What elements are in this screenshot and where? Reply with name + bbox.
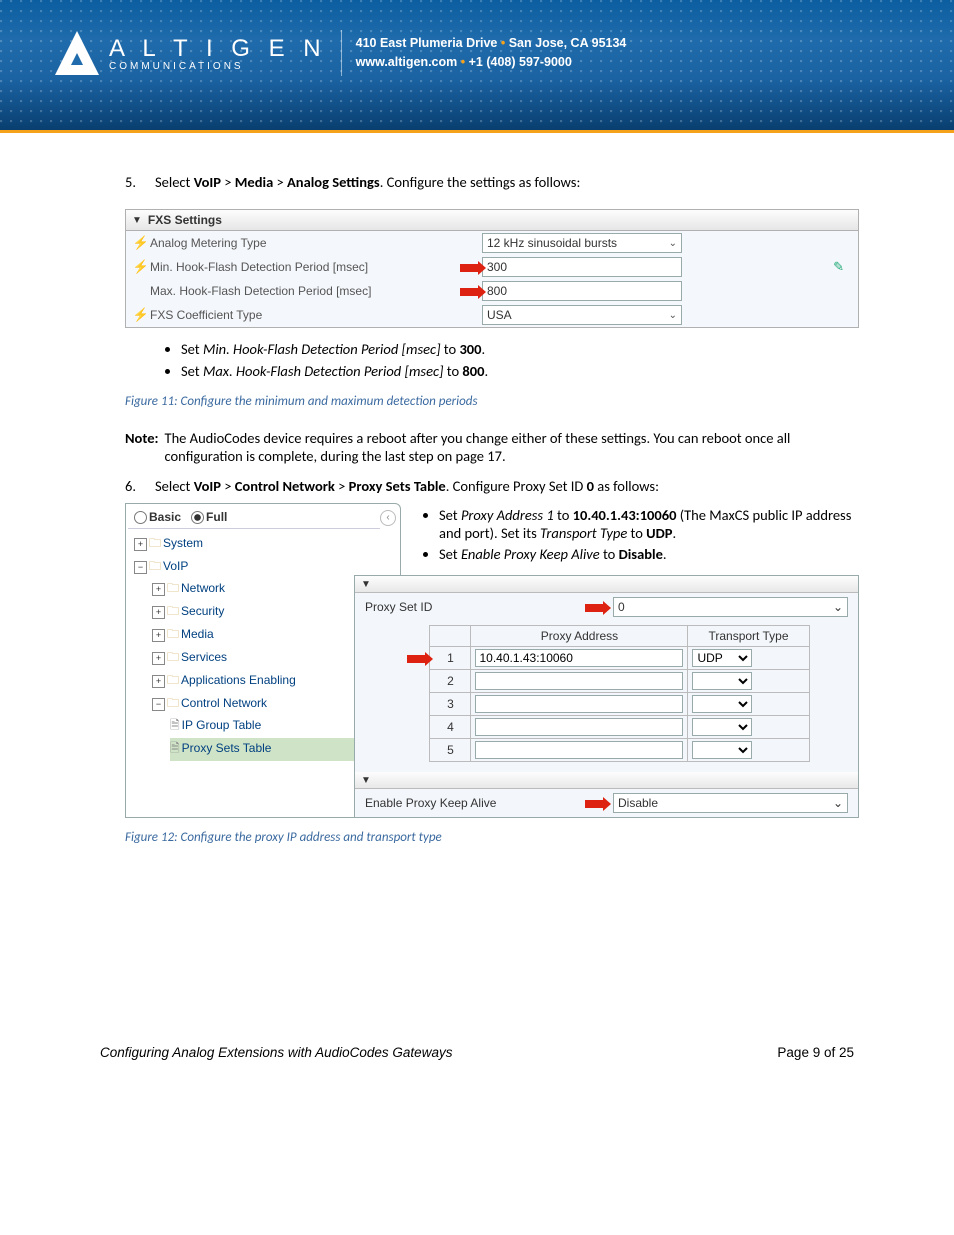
page-footer: Configuring Analog Extensions with Audio… [0, 1045, 954, 1060]
transport-type-select-2[interactable] [692, 672, 752, 690]
field-label: Enable Proxy Keep Alive [365, 796, 585, 810]
field-label: Max. Hook-Flash Detection Period [msec] [150, 284, 450, 298]
bolt-icon: ⚡ [132, 307, 150, 323]
bolt-icon: ⚡ [132, 259, 150, 275]
arrow-icon [460, 264, 478, 272]
analog-metering-select[interactable]: 12 kHz sinusoidal bursts ⌄ [482, 233, 682, 253]
col-header: Transport Type [688, 626, 809, 647]
step-number: 6. [125, 477, 155, 495]
header-address: 410 East Plumeria Drive [356, 36, 498, 50]
bullet-item: Set Min. Hook-Flash Detection Period [ms… [181, 340, 859, 358]
panel-title: FXS Settings [148, 213, 222, 227]
proxy-address-input-5[interactable] [475, 741, 683, 759]
chevron-down-icon: ⌄ [833, 600, 843, 614]
note: Note: The AudioCodes device requires a r… [125, 429, 859, 465]
proxy-address-input-1[interactable] [475, 649, 683, 667]
collapse-icon[interactable]: ▼ [361, 775, 371, 786]
arrow-icon [407, 655, 425, 663]
header-divider [341, 30, 342, 76]
collapse-icon[interactable]: ▼ [132, 215, 142, 226]
proxy-config-panel: ▼ Proxy Set ID 0 ⌄ Proxy Address Transpo… [354, 575, 859, 818]
dot-icon: • [501, 36, 509, 50]
proxy-set-id-select[interactable]: 0 ⌄ [613, 597, 848, 617]
footer-page: Page 9 of 25 [777, 1045, 854, 1060]
proxy-address-table: Proxy Address Transport Type 1 UDP 2 [403, 625, 809, 762]
header-web: www.altigen.com [356, 55, 458, 69]
header-city: San Jose, CA 95134 [509, 36, 627, 50]
field-label: Analog Metering Type [150, 236, 450, 250]
radio-basic[interactable] [134, 511, 147, 524]
dot-icon: • [461, 55, 469, 69]
brand-main: A L T I G E N [109, 35, 327, 63]
note-text: The AudioCodes device requires a reboot … [165, 429, 860, 465]
chevron-down-icon: ⌄ [669, 238, 677, 249]
step-number: 5. [125, 173, 155, 191]
arrow-icon [460, 288, 478, 296]
logo-icon [55, 31, 99, 75]
page-header: A L T I G E N COMMUNICATIONS 410 East Pl… [0, 0, 954, 133]
arrow-icon [585, 604, 603, 612]
pencil-icon[interactable]: ✎ [833, 259, 844, 274]
step6-text: Select VoIP > Control Network > Proxy Se… [155, 477, 659, 495]
arrow-icon [585, 800, 603, 808]
proxy-address-input-3[interactable] [475, 695, 683, 713]
proxy-address-input-4[interactable] [475, 718, 683, 736]
collapse-icon[interactable]: ▼ [361, 579, 371, 590]
figure-caption: Figure 11: Configure the minimum and max… [125, 394, 859, 409]
bullet-item: Set Enable Proxy Keep Alive to Disable. [439, 545, 859, 563]
transport-type-select-4[interactable] [692, 718, 752, 736]
bolt-icon: ⚡ [132, 235, 150, 251]
transport-type-select-3[interactable] [692, 695, 752, 713]
transport-type-select-1[interactable]: UDP [692, 649, 752, 667]
enable-proxy-keep-alive-select[interactable]: Disable ⌄ [613, 793, 848, 813]
col-header: Proxy Address [471, 626, 688, 647]
chevron-down-icon: ⌄ [833, 796, 843, 810]
chevron-down-icon: ⌄ [669, 310, 677, 321]
transport-type-select-5[interactable] [692, 741, 752, 759]
min-hookflash-input[interactable]: 300 [482, 257, 682, 277]
field-label: Min. Hook-Flash Detection Period [msec] [150, 260, 450, 274]
max-hookflash-input[interactable]: 800 [482, 281, 682, 301]
fxs-settings-panel: ▼ FXS Settings ⚡ Analog Metering Type 12… [125, 209, 859, 328]
fxs-coeff-select[interactable]: USA ⌄ [482, 305, 682, 325]
footer-title: Configuring Analog Extensions with Audio… [100, 1045, 452, 1060]
bullet-item: Set Proxy Address 1 to 10.40.1.43:10060 … [439, 506, 859, 542]
header-phone: +1 (408) 597-9000 [469, 55, 572, 69]
panel-header[interactable]: ▼ FXS Settings [126, 210, 858, 231]
radio-full[interactable] [191, 511, 204, 524]
bullet-item: Set Max. Hook-Flash Detection Period [ms… [181, 362, 859, 380]
tree-item-system[interactable]: +🗀System [134, 533, 398, 556]
header-contact: 410 East Plumeria Drive • San Jose, CA 9… [356, 34, 627, 72]
field-label: Proxy Set ID [365, 600, 585, 614]
figure-caption: Figure 12: Configure the proxy IP addres… [125, 830, 859, 845]
proxy-address-input-2[interactable] [475, 672, 683, 690]
collapse-icon[interactable]: ‹ [380, 510, 396, 526]
field-label: FXS Coefficient Type [150, 308, 450, 322]
step5-text: Select VoIP > Media > Analog Settings. C… [155, 173, 580, 191]
